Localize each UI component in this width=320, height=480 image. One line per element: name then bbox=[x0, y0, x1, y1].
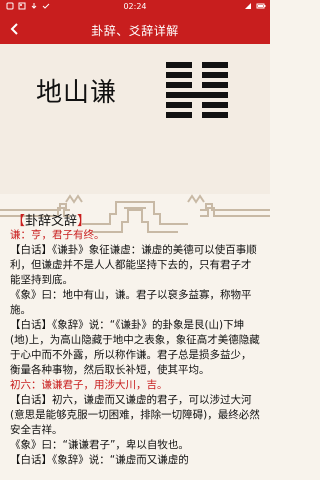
content-area: 【卦辞爻辞】 谦：亨，君子有终。【白话】《谦卦》象征谦虚：谦虚的美德可以使百事顺… bbox=[0, 196, 270, 480]
hexagram-line-segment bbox=[202, 72, 228, 78]
paragraph: 【白话】《象辞》说：“谦虚而又谦虚的 bbox=[10, 454, 189, 466]
hexagram-line-6 bbox=[166, 112, 228, 118]
title-bar: 卦辞、爻辞详解 bbox=[0, 14, 270, 44]
status-time: 02:24 bbox=[123, 2, 147, 11]
hexagram-line-5 bbox=[166, 102, 228, 108]
hexagram-line-segment bbox=[166, 112, 192, 118]
hexagram-name: 地山谦 bbox=[36, 78, 118, 108]
page-title: 卦辞、爻辞详解 bbox=[91, 24, 179, 38]
hexagram-line-segment bbox=[202, 82, 228, 88]
hexagram-line-segment bbox=[202, 112, 228, 118]
left-bracket: 【 bbox=[12, 214, 26, 229]
hexagram-line-segment bbox=[202, 102, 228, 108]
hexagram-header: 地山谦 bbox=[0, 44, 270, 233]
hexagram-line-3 bbox=[166, 82, 228, 88]
paragraph: 《象》曰：“谦谦君子”，卑以自牧也。 bbox=[10, 439, 189, 451]
paragraph: 【白话】《谦卦》象征谦虚：谦虚的美德可以使百事顺利，但谦虚并不是人人都能坚持下去… bbox=[10, 244, 257, 286]
paragraph: 【白话】《象辞》说：“《谦卦》的卦象是艮(山)下坤(地)上，为高山隐藏于地中之表… bbox=[10, 319, 260, 376]
explanation-text: 谦：亨，君子有终。【白话】《谦卦》象征谦虚：谦虚的美德可以使百事顺利，但谦虚并不… bbox=[10, 228, 260, 468]
hexagram-line-segment bbox=[166, 62, 192, 68]
hexagram-line-1 bbox=[166, 62, 228, 68]
hexagram-line-segment bbox=[166, 82, 192, 88]
hexagram-line-segment bbox=[202, 62, 228, 68]
paragraph: 谦：亨，君子有终。 bbox=[10, 229, 105, 241]
hexagram-symbol bbox=[166, 62, 228, 118]
hexagram-line-segment bbox=[166, 102, 192, 108]
section-title: 【卦辞爻辞】 bbox=[12, 210, 90, 229]
battery-icon bbox=[256, 2, 266, 10]
hexagram-line-segment bbox=[166, 92, 228, 98]
status-bar: 02:24 bbox=[0, 0, 270, 14]
hexagram-line-2 bbox=[166, 72, 228, 78]
paragraph: 【白话】初六，谦虚而又谦虚的君子，可以涉过大河(意思是能够克服一切困难，排除一切… bbox=[10, 394, 260, 436]
signal-icon bbox=[244, 2, 252, 10]
status-right-icons bbox=[244, 2, 266, 10]
paragraph: 初六：谦谦君子，用涉大川，吉。 bbox=[10, 379, 168, 391]
hexagram-line-segment bbox=[166, 72, 192, 78]
right-bracket: 】 bbox=[77, 214, 91, 229]
hexagram-line-4 bbox=[166, 92, 228, 98]
section-title-text: 卦辞爻辞 bbox=[25, 214, 78, 229]
paragraph: 《象》曰：地中有山，谦。君子以裒多益寡，称物平施。 bbox=[10, 289, 252, 316]
